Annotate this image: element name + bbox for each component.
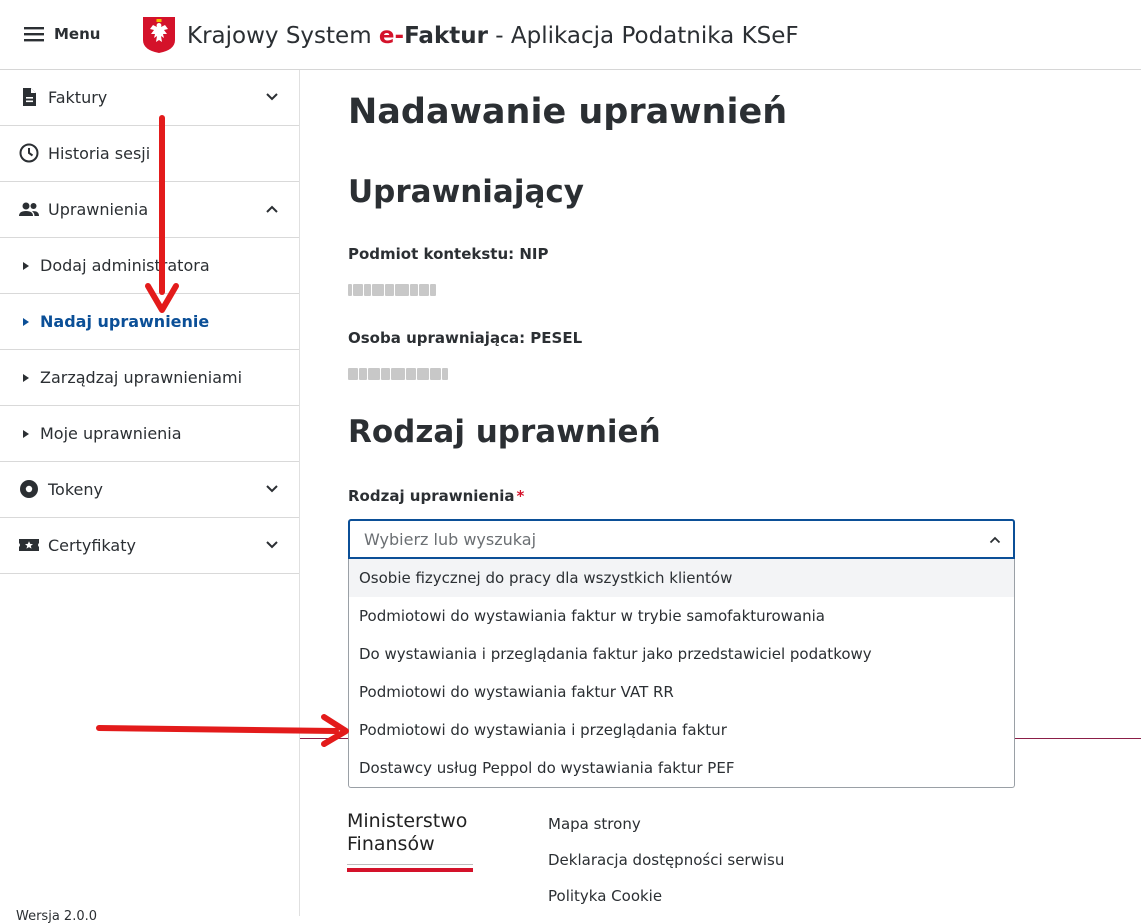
sidebar-item-uprawnienia[interactable]: Uprawnienia — [0, 182, 299, 238]
triangle-bullet-icon — [23, 318, 29, 326]
permission-type-label: Rodzaj uprawnienia * — [348, 487, 524, 505]
sidebar-item-label: Faktury — [48, 88, 108, 107]
sidebar-item-label: Zarządzaj uprawnieniami — [40, 368, 243, 387]
main-content: Nadawanie uprawnień Uprawniający Podmiot… — [300, 70, 1141, 916]
document-icon — [23, 88, 36, 106]
certificate-icon — [19, 539, 39, 551]
footer-link-cookie-policy[interactable]: Polityka Cookie — [548, 884, 784, 920]
context-nip-label: Podmiot kontekstu: NIP — [348, 245, 549, 263]
sidebar-subitem-zarzadzaj-uprawnieniami[interactable]: Zarządzaj uprawnieniami — [0, 350, 299, 406]
logo-rule-grey — [347, 864, 473, 865]
triangle-bullet-icon — [23, 374, 29, 382]
sidebar-subitem-nadaj-uprawnienie[interactable]: Nadaj uprawnienie — [0, 294, 299, 350]
option-issue-and-view-invoices[interactable]: Podmiotowi do wystawiania i przeglądania… — [349, 711, 1014, 749]
app-title-brand-e: e- — [378, 23, 405, 49]
sidebar-item-label: Certyfikaty — [48, 536, 136, 555]
logo-rule-red — [347, 868, 473, 872]
sidebar-item-label: Uprawnienia — [48, 200, 149, 219]
footer-link-sitemap[interactable]: Mapa strony — [548, 812, 784, 848]
menu-button[interactable]: Menu — [24, 22, 100, 46]
app-title-prefix: Krajowy System — [187, 23, 379, 49]
sidebar-item-historia-sesji[interactable]: Historia sesji — [0, 126, 299, 182]
grantor-pesel-value-redacted — [348, 367, 448, 381]
app-version: Wersja 2.0.0 — [16, 909, 97, 924]
chevron-down-icon — [266, 93, 278, 101]
sidebar-item-label: Tokeny — [48, 480, 103, 499]
sidebar: Faktury Historia sesji Uprawnienia Dodaj… — [0, 70, 300, 924]
sidebar-item-label: Nadaj uprawnienie — [40, 312, 210, 331]
triangle-bullet-icon — [23, 430, 29, 438]
permission-type-select[interactable] — [348, 519, 1015, 559]
page-title: Nadawanie uprawnień — [348, 92, 788, 132]
ministry-logo-line-1: Ministerstwo — [347, 810, 468, 832]
permission-type-options-list: Osobie fizycznej do pracy dla wszystkich… — [348, 559, 1015, 788]
polish-eagle-emblem-icon[interactable] — [142, 16, 176, 54]
sidebar-item-faktury[interactable]: Faktury — [0, 70, 299, 126]
sidebar-subitem-dodaj-administratora[interactable]: Dodaj administratora — [0, 238, 299, 294]
token-icon — [20, 480, 38, 498]
footer-links: Mapa strony Deklaracja dostępności serwi… — [548, 812, 784, 920]
sidebar-item-label: Moje uprawnienia — [40, 424, 182, 443]
app-title-brand: Faktur — [404, 23, 488, 49]
app-header: Menu Krajowy System e-Faktur - Aplikacja… — [0, 0, 1141, 70]
option-self-invoicing[interactable]: Podmiotowi do wystawiania faktur w trybi… — [349, 597, 1014, 635]
permission-type-search-input[interactable] — [364, 530, 964, 549]
sidebar-item-certyfikaty[interactable]: Certyfikaty — [0, 518, 299, 574]
chevron-up-icon — [266, 205, 278, 213]
ministry-of-finance-logo[interactable]: Ministerstwo Finansów — [347, 810, 487, 872]
grantor-pesel-label: Osoba uprawniająca: PESEL — [348, 329, 583, 347]
chevron-up-icon[interactable] — [989, 534, 1001, 546]
hamburger-icon — [24, 27, 44, 42]
chevron-down-icon — [266, 541, 278, 549]
chevron-down-icon — [266, 485, 278, 493]
sidebar-item-tokeny[interactable]: Tokeny — [0, 462, 299, 518]
menu-label: Menu — [54, 25, 101, 43]
option-individual-all-clients[interactable]: Osobie fizycznej do pracy dla wszystkich… — [349, 559, 1014, 597]
permission-type-label-text: Rodzaj uprawnienia — [348, 487, 515, 505]
footer-link-accessibility[interactable]: Deklaracja dostępności serwisu — [548, 848, 784, 884]
sidebar-subitem-moje-uprawnienia[interactable]: Moje uprawnienia — [0, 406, 299, 462]
ministry-logo-line-2: Finansów — [347, 833, 435, 855]
app-title-suffix: - Aplikacja Podatnika KSeF — [487, 23, 799, 49]
section-title-permission-type: Rodzaj uprawnień — [348, 414, 661, 450]
clock-icon — [19, 143, 39, 163]
option-tax-representative[interactable]: Do wystawiania i przeglądania faktur jak… — [349, 635, 1014, 673]
section-title-grantor: Uprawniający — [348, 174, 584, 210]
app-title: Krajowy System e-Faktur - Aplikacja Poda… — [187, 20, 799, 52]
people-icon — [19, 202, 39, 216]
option-peppol-provider[interactable]: Dostawcy usług Peppol do wystawiania fak… — [349, 749, 1014, 787]
sidebar-item-label: Historia sesji — [48, 144, 151, 163]
sidebar-item-label: Dodaj administratora — [40, 256, 210, 275]
context-nip-value-redacted — [348, 283, 436, 297]
triangle-bullet-icon — [23, 262, 29, 270]
option-vat-rr[interactable]: Podmiotowi do wystawiania faktur VAT RR — [349, 673, 1014, 711]
required-asterisk: * — [516, 487, 525, 505]
